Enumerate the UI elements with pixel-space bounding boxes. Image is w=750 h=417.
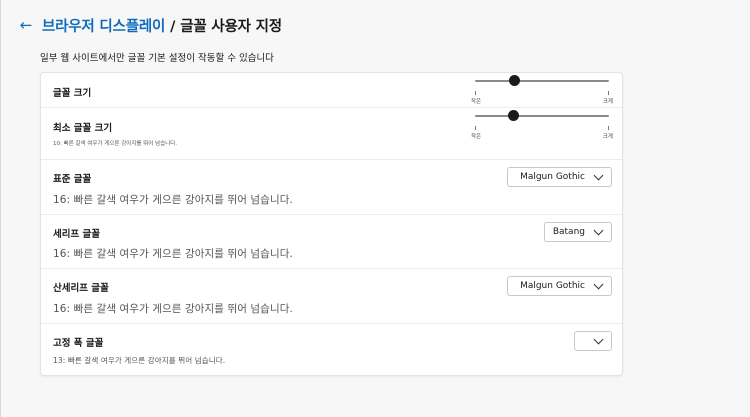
breadcrumb-separator: / [170, 18, 176, 35]
serif-font-label: 세리프 글꼴 [53, 229, 101, 240]
page-subtitle: 일부 웹 사이트에서만 글꼴 기본 설정이 작동할 수 있습니다 [40, 53, 274, 64]
font-size-slider[interactable]: 작은 크게 [471, 74, 613, 105]
page-title: 브라우저 디스플레이 / 글꼴 사용자 지정 [42, 15, 282, 36]
serif-font-row: 세리프 글꼴 16: 빠른 갈색 여우가 게으른 강아지를 뛰어 넘습니다. B… [41, 215, 622, 269]
dropdown-value: Batang [552, 227, 585, 237]
page-header: ← 브라우저 디스플레이 / 글꼴 사용자 지정 [17, 14, 282, 36]
chevron-down-icon [593, 225, 604, 235]
sans-serif-font-label: 산세리프 글꼴 [53, 283, 109, 294]
slider-min-label: 작은 [471, 134, 482, 140]
standard-font-sample: 16: 빠른 갈색 여우가 게으른 강아지를 뛰어 넘습니다. [53, 194, 293, 206]
slider-tick-min [475, 91, 476, 95]
standard-font-label: 표준 글꼴 [53, 174, 92, 185]
slider-tick-max [608, 126, 609, 130]
sans-serif-font-dropdown[interactable]: Malgun Gothic [507, 276, 612, 296]
font-size-row: 글꼴 크기 작은 크게 [41, 73, 622, 108]
slider-thumb[interactable] [508, 75, 520, 86]
window-edge [0, 0, 1, 417]
serif-font-sample: 16: 빠른 갈색 여우가 게으른 강아지를 뛰어 넘습니다. [53, 248, 293, 260]
standard-font-dropdown[interactable]: Malgun Gothic [507, 167, 612, 187]
dropdown-value: Malgun Gothic [520, 172, 585, 182]
slider-thumb[interactable] [507, 110, 519, 121]
min-font-size-sample: 10: 빠른 갈색 여우가 게으른 강아지를 뛰어 넘습니다. [53, 141, 178, 147]
slider-min-label: 작은 [471, 99, 482, 105]
slider-max-label: 크게 [602, 99, 613, 105]
slider-tick-max [608, 91, 609, 95]
chevron-down-icon [593, 279, 604, 289]
serif-font-dropdown[interactable]: Batang [544, 222, 612, 242]
slider-max-label: 크게 [602, 134, 613, 140]
sans-serif-font-row: 산세리프 글꼴 16: 빠른 갈색 여우가 게으른 강아지를 뛰어 넘습니다. … [41, 269, 622, 324]
fixed-width-font-row: 고정 폭 글꼴 13: 빠른 갈색 여우가 게으른 강아지를 뛰어 넘습니다. [41, 324, 622, 375]
font-size-label: 글꼴 크기 [53, 88, 92, 99]
min-font-size-row: 최소 글꼴 크기 10: 빠른 갈색 여우가 게으른 강아지를 뛰어 넘습니다.… [41, 108, 622, 160]
slider-track [475, 80, 609, 82]
breadcrumb-parent-link[interactable]: 브라우저 디스플레이 [42, 19, 165, 35]
sans-serif-font-sample: 16: 빠른 갈색 여우가 게으른 강아지를 뛰어 넘습니다. [53, 303, 293, 315]
chevron-down-icon [593, 334, 604, 344]
fixed-width-font-dropdown[interactable] [574, 331, 612, 351]
breadcrumb-current: 글꼴 사용자 지정 [180, 18, 282, 35]
min-font-size-slider[interactable]: 작은 크게 [471, 109, 613, 140]
chevron-down-icon [593, 170, 604, 180]
min-font-size-label: 최소 글꼴 크기 [53, 123, 113, 134]
back-button[interactable]: ← [17, 16, 35, 34]
font-settings-card: 글꼴 크기 작은 크게 최소 글꼴 크기 10: 빠른 갈색 여우가 게으른 강… [40, 72, 623, 376]
slider-tick-min [475, 126, 476, 130]
dropdown-value: Malgun Gothic [520, 281, 585, 291]
slider-track [475, 115, 609, 117]
fixed-width-font-sample: 13: 빠른 갈색 여우가 게으른 강아지를 뛰어 넘습니다. [53, 356, 226, 365]
arrow-left-icon: ← [19, 16, 33, 34]
standard-font-row: 표준 글꼴 16: 빠른 갈색 여우가 게으른 강아지를 뛰어 넘습니다. Ma… [41, 160, 622, 215]
fixed-width-font-label: 고정 폭 글꼴 [53, 338, 104, 349]
